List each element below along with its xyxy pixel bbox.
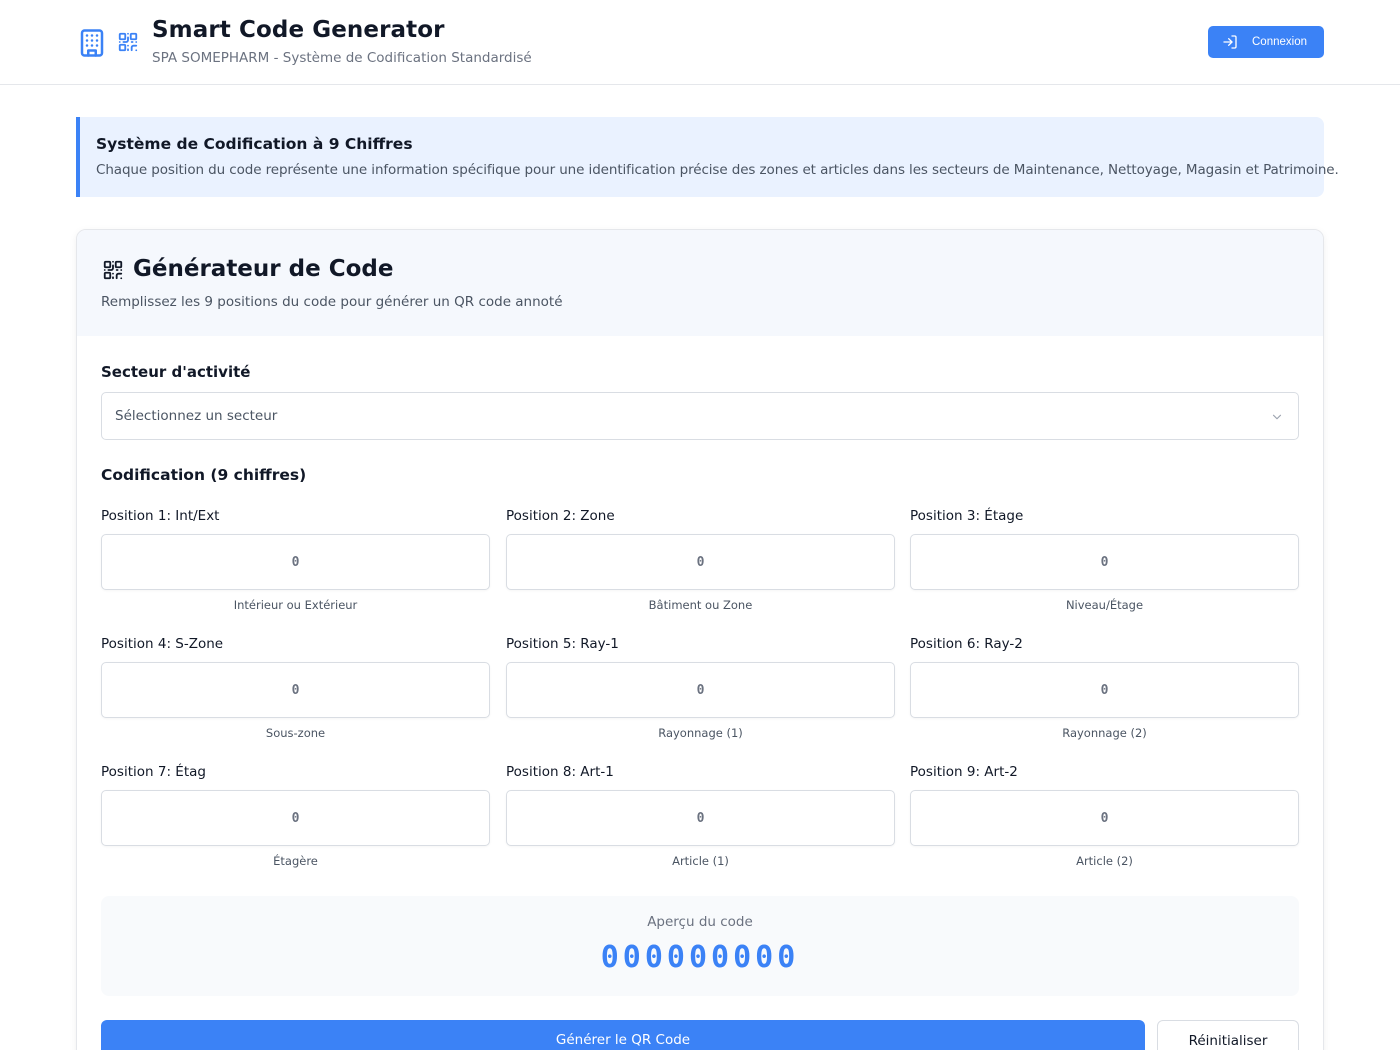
info-text: Chaque position du code représente une i… xyxy=(96,162,1339,178)
info-banner: Système de Codification à 9 Chiffres Cha… xyxy=(76,117,1339,197)
position-9-group: Position 9: Art-2 Article (2) xyxy=(910,764,1299,874)
login-button[interactable]: Connexion xyxy=(1208,26,1324,58)
sector-select[interactable]: Sélectionnez un secteur xyxy=(101,392,1299,440)
log-in-icon xyxy=(1223,35,1237,49)
position-3-input[interactable] xyxy=(910,534,1299,590)
code-preview: Aperçu du code 000000000 xyxy=(101,896,1299,996)
position-9-input[interactable] xyxy=(910,790,1299,846)
app-title: Smart Code Generator xyxy=(152,17,445,43)
position-label: Position 7: Étag xyxy=(101,764,206,780)
position-label: Position 8: Art-1 xyxy=(506,764,614,780)
chevron-down-icon xyxy=(1272,414,1282,420)
position-4-input[interactable] xyxy=(101,662,490,718)
position-7-input[interactable] xyxy=(101,790,490,846)
position-label: Position 3: Étage xyxy=(910,508,1024,524)
position-6-group: Position 6: Ray-2 Rayonnage (2) xyxy=(910,636,1299,746)
position-help: Article (1) xyxy=(672,854,729,868)
generator-card: Générateur de Code Remplissez les 9 posi… xyxy=(76,229,1324,1050)
position-4-group: Position 4: S-Zone Sous-zone xyxy=(101,636,490,746)
login-button-label: Connexion xyxy=(1252,36,1307,48)
qr-code-icon xyxy=(103,260,123,280)
position-help: Niveau/Étage xyxy=(1065,598,1144,612)
qr-code-icon xyxy=(118,32,138,52)
position-7-group: Position 7: Étag Étagère xyxy=(101,764,490,874)
position-5-group: Position 5: Ray-1 Rayonnage (1) xyxy=(506,636,895,746)
preview-code: 000000000 xyxy=(600,940,800,975)
info-title: Système de Codification à 9 Chiffres xyxy=(96,135,413,153)
generate-qr-button[interactable]: Générer le QR Code xyxy=(101,1020,1145,1050)
building-icon xyxy=(80,29,104,57)
position-2-group: Position 2: Zone Bâtiment ou Zone xyxy=(506,508,895,618)
position-help: Bâtiment ou Zone xyxy=(648,598,753,612)
position-label: Position 2: Zone xyxy=(506,508,615,524)
position-help: Étagère xyxy=(273,854,318,868)
app-header: Smart Code Generator SPA SOMEPHARM - Sys… xyxy=(0,0,1400,85)
codification-label: Codification (9 chiffres) xyxy=(101,466,307,484)
position-1-group: Position 1: Int/Ext Intérieur ou Extérie… xyxy=(101,508,490,618)
position-label: Position 9: Art-2 xyxy=(910,764,1018,780)
position-5-input[interactable] xyxy=(506,662,895,718)
position-help: Rayonnage (2) xyxy=(1062,726,1147,740)
sector-select-value: Sélectionnez un secteur xyxy=(115,408,278,424)
position-3-group: Position 3: Étage Niveau/Étage xyxy=(910,508,1299,618)
app-subtitle: SPA SOMEPHARM - Système de Codification … xyxy=(152,50,532,66)
card-title: Générateur de Code xyxy=(133,256,394,282)
position-label: Position 6: Ray-2 xyxy=(910,636,1023,652)
position-help: Sous-zone xyxy=(265,726,326,740)
position-label: Position 5: Ray-1 xyxy=(506,636,619,652)
reset-button[interactable]: Réinitialiser xyxy=(1157,1020,1299,1050)
position-8-input[interactable] xyxy=(506,790,895,846)
position-label: Position 1: Int/Ext xyxy=(101,508,220,524)
position-help: Rayonnage (1) xyxy=(658,726,743,740)
position-help: Article (2) xyxy=(1076,854,1133,868)
position-help: Intérieur ou Extérieur xyxy=(233,598,358,612)
sector-label: Secteur d'activité xyxy=(101,363,251,381)
position-8-group: Position 8: Art-1 Article (1) xyxy=(506,764,895,874)
card-description: Remplissez les 9 positions du code pour … xyxy=(101,294,563,310)
position-label: Position 4: S-Zone xyxy=(101,636,224,652)
position-1-input[interactable] xyxy=(101,534,490,590)
preview-label: Aperçu du code xyxy=(647,914,753,930)
position-6-input[interactable] xyxy=(910,662,1299,718)
card-header: Générateur de Code Remplissez les 9 posi… xyxy=(77,230,1323,336)
position-2-input[interactable] xyxy=(506,534,895,590)
